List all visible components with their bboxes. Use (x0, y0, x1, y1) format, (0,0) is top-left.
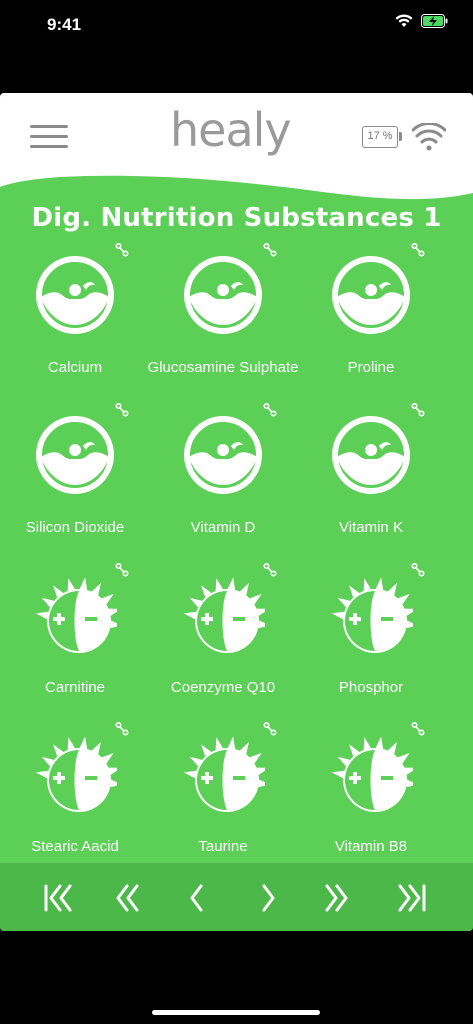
app-card: healy 17 % Dig. Nutrition Substances 1 C… (0, 93, 473, 931)
program-item[interactable]: Calcium (0, 242, 155, 393)
page-title: Dig. Nutrition Substances 1 (31, 203, 442, 233)
menu-line (30, 145, 68, 148)
device-battery: 17 % (362, 126, 398, 148)
program-label: Phosphor (338, 679, 404, 696)
program-item[interactable]: Proline (291, 242, 451, 393)
menu-button[interactable] (30, 125, 68, 151)
status-icons (395, 14, 449, 28)
program-item[interactable]: Glucosamine Sulphate (143, 242, 303, 393)
link-icon[interactable] (411, 402, 425, 417)
program-item[interactable]: Phosphor (291, 562, 451, 713)
plus-minus-icon (329, 732, 419, 816)
battery-tip (399, 132, 402, 141)
fast-forward-icon[interactable] (318, 883, 358, 913)
bottom-nav (0, 863, 473, 931)
device-signal-icon (412, 123, 446, 151)
battery-charging-icon (421, 14, 448, 28)
link-icon[interactable] (263, 242, 277, 257)
home-indicator (152, 1010, 320, 1015)
last-page-icon[interactable] (392, 883, 432, 913)
program-item[interactable]: Vitamin D (143, 402, 303, 553)
face-icon (181, 253, 265, 337)
program-label: Vitamin K (339, 519, 403, 536)
next-icon[interactable] (248, 883, 288, 913)
link-icon[interactable] (411, 242, 425, 257)
status-bar: 9:41 (0, 0, 473, 50)
wifi-icon (395, 14, 413, 27)
menu-line (30, 135, 68, 138)
previous-icon[interactable] (177, 883, 217, 913)
rewind-icon[interactable] (106, 883, 146, 913)
face-icon (33, 413, 117, 497)
program-item[interactable]: Stearic Aacid (0, 721, 155, 872)
link-icon[interactable] (263, 562, 277, 577)
link-icon[interactable] (115, 242, 129, 257)
program-item[interactable]: Silicon Dioxide (0, 402, 155, 553)
link-icon[interactable] (115, 402, 129, 417)
face-icon (329, 413, 413, 497)
link-icon[interactable] (263, 721, 277, 736)
link-icon[interactable] (263, 402, 277, 417)
program-label: Proline (347, 359, 395, 376)
program-item[interactable]: Carnitine (0, 562, 155, 713)
face-icon (329, 253, 413, 337)
plus-minus-icon (33, 732, 123, 816)
program-item[interactable]: Vitamin B8 (291, 721, 451, 872)
program-item[interactable]: Coenzyme Q10 (143, 562, 303, 713)
plus-minus-icon (329, 573, 419, 657)
face-icon (181, 413, 265, 497)
plus-minus-icon (181, 732, 271, 816)
plus-minus-icon (181, 573, 271, 657)
link-icon[interactable] (411, 562, 425, 577)
status-time: 9:41 (47, 15, 82, 34)
face-icon (33, 253, 117, 337)
link-icon[interactable] (115, 562, 129, 577)
link-icon[interactable] (115, 721, 129, 736)
plus-minus-icon (33, 573, 123, 657)
first-page-icon[interactable] (38, 883, 78, 913)
program-item[interactable]: Taurine (143, 721, 303, 872)
menu-line (30, 125, 68, 128)
link-icon[interactable] (411, 721, 425, 736)
program-label: Vitamin B8 (334, 838, 408, 855)
program-item[interactable]: Vitamin K (291, 402, 451, 553)
healy-logo: healy (170, 103, 292, 157)
